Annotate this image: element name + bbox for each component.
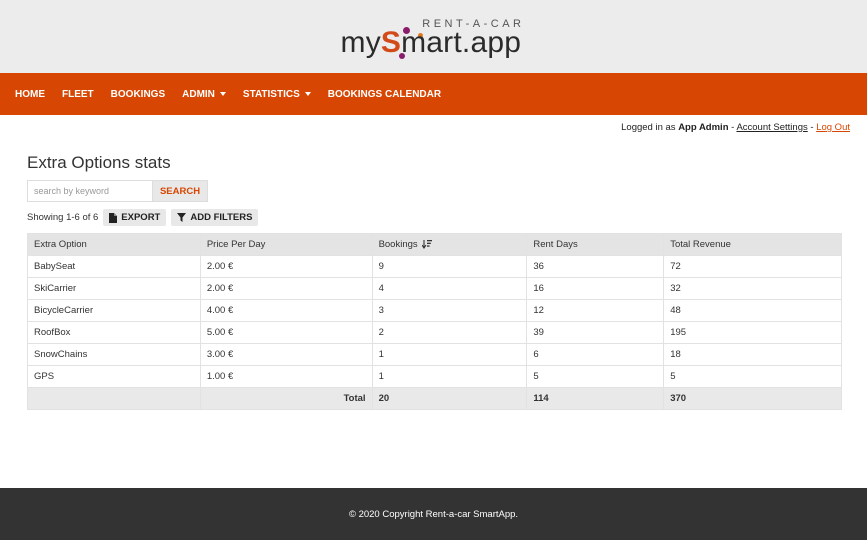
results-count: Showing 1-6 of 6	[27, 212, 99, 223]
site-footer: © 2020 Copyright Rent-a-car SmartApp.	[0, 488, 867, 540]
table-row: BabySeat 2.00 € 9 36 72	[27, 255, 842, 278]
cell-revenue: 48	[663, 299, 842, 322]
table-total-row: Total 20 114 370	[27, 387, 842, 410]
file-icon	[109, 212, 118, 223]
table-row: GPS 1.00 € 1 5 5	[27, 365, 842, 388]
filter-icon	[177, 213, 187, 222]
separator: -	[810, 122, 814, 133]
cell-extra-option: BabySeat	[27, 255, 201, 278]
cell-rent-days: 39	[526, 321, 665, 344]
cell-rent-days: 6	[526, 343, 665, 366]
cell-revenue: 72	[663, 255, 842, 278]
account-settings-link[interactable]: Account Settings	[736, 122, 807, 133]
site-header: RENT-A-CAR mySmart.app	[0, 0, 867, 73]
caret-down-icon	[304, 92, 311, 96]
column-header-price-per-day[interactable]: Price Per Day	[199, 233, 373, 256]
cell-bookings: 4	[371, 277, 528, 300]
cell-extra-option: BicycleCarrier	[27, 299, 201, 322]
total-label: Total	[199, 387, 373, 410]
logged-in-label: Logged in as	[621, 122, 676, 133]
cell-revenue: 5	[663, 365, 842, 388]
cell-rent-days: 16	[526, 277, 665, 300]
cell-price: 1.00 €	[199, 365, 373, 388]
cell-price: 2.00 €	[199, 277, 373, 300]
search-input[interactable]	[27, 180, 152, 202]
nav-item-fleet[interactable]: FLEET	[62, 89, 94, 100]
caret-down-icon	[219, 92, 226, 96]
table-row: BicycleCarrier 4.00 € 3 12 48	[27, 299, 842, 322]
add-filters-button[interactable]: ADD FILTERS	[171, 209, 259, 226]
column-header-total-revenue[interactable]: Total Revenue	[663, 233, 842, 256]
search-button[interactable]: SEARCH	[152, 180, 208, 202]
cell-bookings: 9	[371, 255, 528, 278]
table-header-row: Extra Option Price Per Day Bookings Rent…	[27, 233, 842, 256]
user-name: App Admin	[678, 122, 729, 133]
cell-revenue: 195	[663, 321, 842, 344]
total-rent-days: 114	[526, 387, 665, 410]
brand-logo[interactable]: RENT-A-CAR mySmart.app	[339, 13, 529, 61]
cell-revenue: 32	[663, 277, 842, 300]
sort-descending-icon	[422, 239, 433, 249]
cell-rent-days: 12	[526, 299, 665, 322]
main-nav: HOME FLEET BOOKINGS ADMIN STATISTICS BOO…	[0, 73, 867, 115]
cell-extra-option: SkiCarrier	[27, 277, 201, 300]
stats-table: Extra Option Price Per Day Bookings Rent…	[27, 233, 842, 410]
total-revenue: 370	[663, 387, 842, 410]
cell-price: 5.00 €	[199, 321, 373, 344]
logout-link[interactable]: Log Out	[816, 122, 850, 133]
table-row: SnowChains 3.00 € 1 6 18	[27, 343, 842, 366]
table-row: RoofBox 5.00 € 2 39 195	[27, 321, 842, 344]
cell-price: 3.00 €	[199, 343, 373, 366]
cell-extra-option: RoofBox	[27, 321, 201, 344]
cell-bookings: 3	[371, 299, 528, 322]
cell-price: 2.00 €	[199, 255, 373, 278]
cell-rent-days: 5	[526, 365, 665, 388]
column-header-rent-days[interactable]: Rent Days	[526, 233, 665, 256]
nav-item-admin[interactable]: ADMIN	[182, 89, 226, 100]
nav-item-bookings[interactable]: BOOKINGS	[111, 89, 165, 100]
page-title: Extra Options stats	[27, 153, 171, 172]
cell-extra-option: GPS	[27, 365, 201, 388]
nav-item-bookings-calendar[interactable]: BOOKINGS CALENDAR	[328, 89, 441, 100]
search-form: SEARCH	[27, 180, 208, 202]
brand-wordmark: mySmart.app	[340, 25, 522, 59]
cell-bookings: 1	[371, 343, 528, 366]
cell-bookings: 1	[371, 365, 528, 388]
total-bookings: 20	[371, 387, 528, 410]
nav-item-statistics[interactable]: STATISTICS	[243, 89, 311, 100]
nav-item-home[interactable]: HOME	[15, 89, 45, 100]
separator: -	[731, 122, 735, 133]
export-button[interactable]: EXPORT	[103, 209, 167, 226]
copyright-text: © 2020 Copyright Rent-a-car SmartApp.	[348, 508, 519, 520]
cell-extra-option: SnowChains	[27, 343, 201, 366]
cell-empty	[27, 387, 201, 410]
column-header-extra-option[interactable]: Extra Option	[27, 233, 201, 256]
user-bar: Logged in as App Admin - Account Setting…	[621, 122, 850, 133]
column-header-bookings[interactable]: Bookings	[371, 233, 528, 256]
cell-rent-days: 36	[526, 255, 665, 278]
results-toolbar: Showing 1-6 of 6 EXPORT ADD FILTERS	[27, 209, 259, 226]
table-row: SkiCarrier 2.00 € 4 16 32	[27, 277, 842, 300]
cell-revenue: 18	[663, 343, 842, 366]
cell-bookings: 2	[371, 321, 528, 344]
cell-price: 4.00 €	[199, 299, 373, 322]
